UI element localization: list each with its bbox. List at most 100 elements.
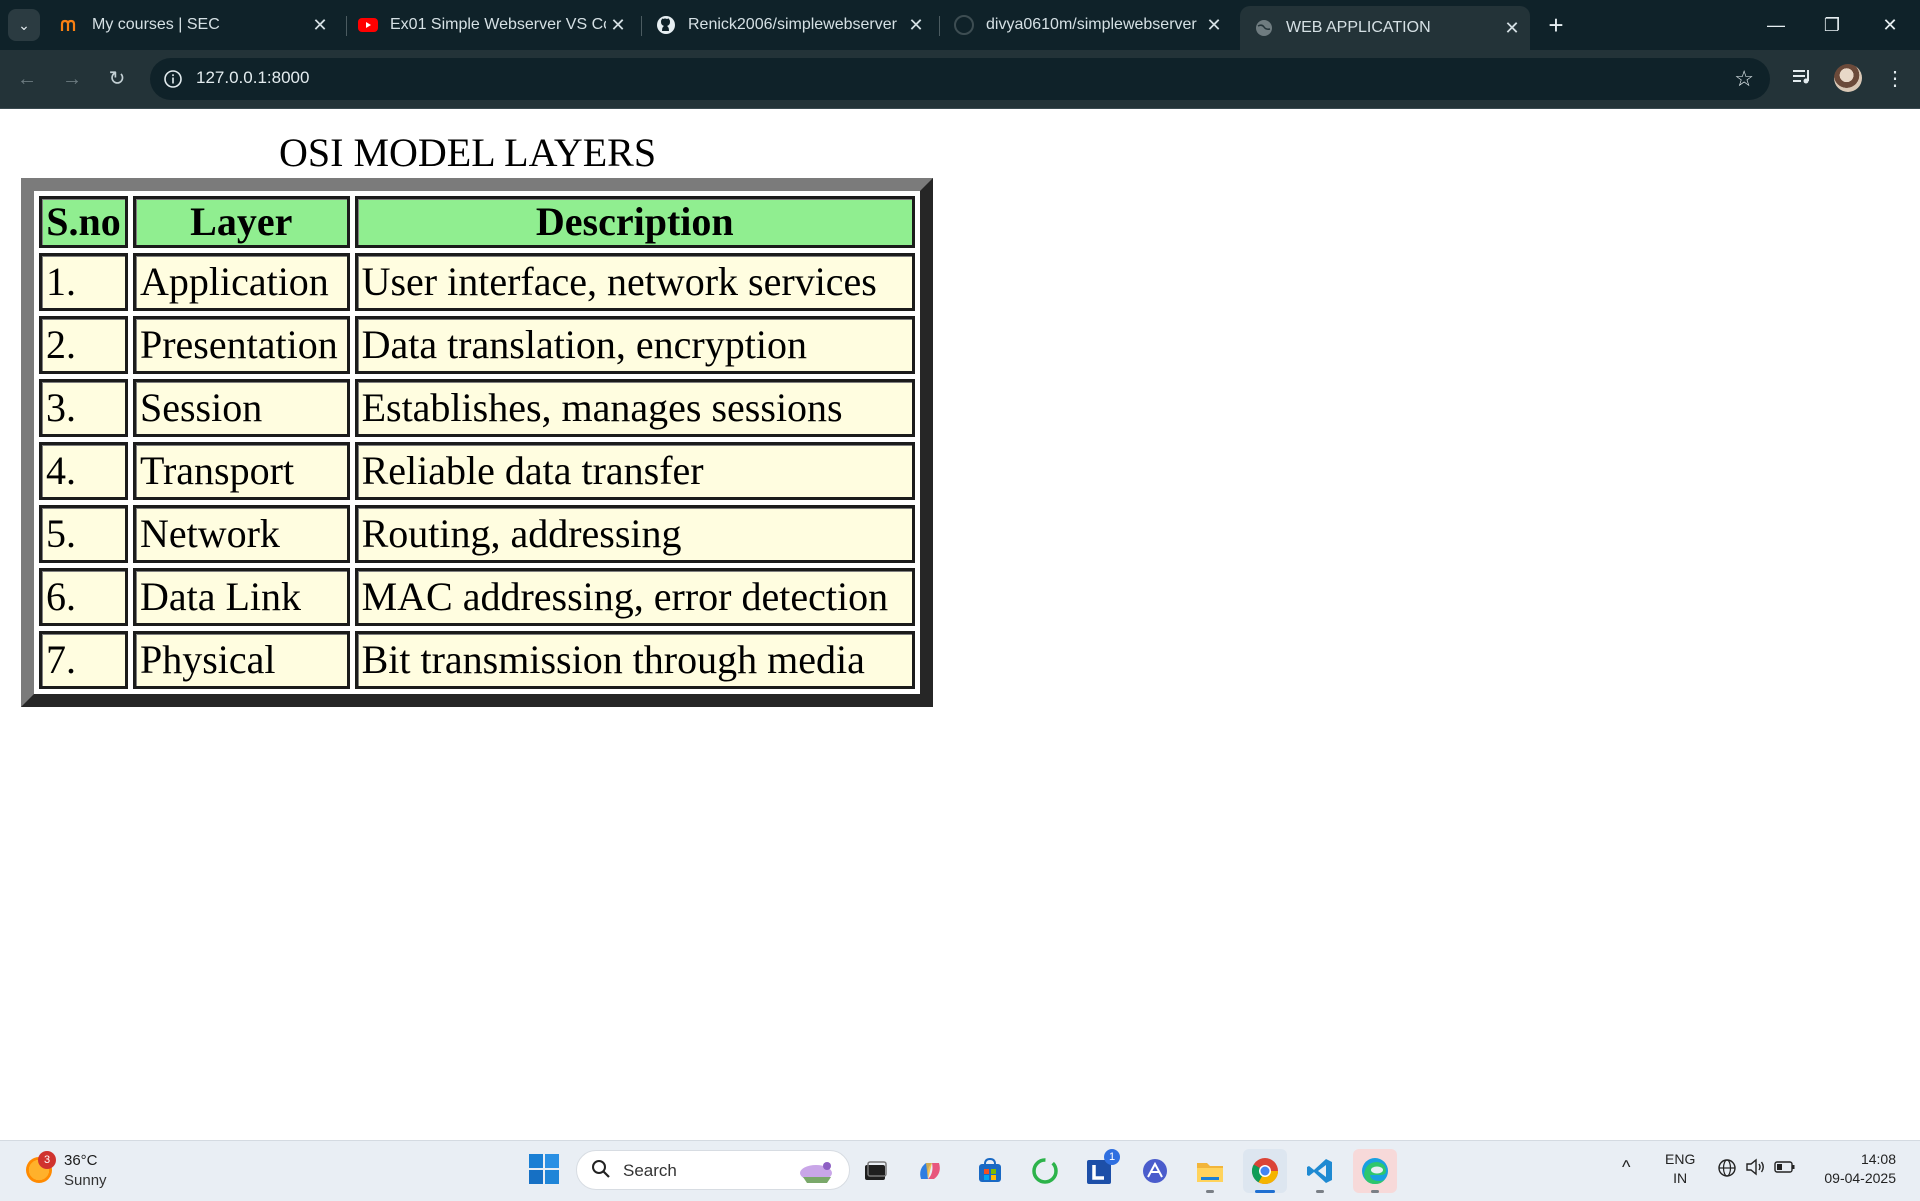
tray-overflow-chevron-icon[interactable]: ^ [1622,1157,1630,1178]
battery-icon[interactable] [1774,1158,1796,1180]
tab-title: Ex01 Simple Webserver VS Code [390,16,606,33]
header-description: Description [354,196,915,248]
language-indicator[interactable]: ENG IN [1665,1150,1695,1188]
cell-description: Routing, addressing [354,505,915,563]
media-control-icon[interactable] [1787,64,1817,94]
clock-time: 14:08 [1860,1151,1896,1167]
cell-layer: Physical [132,631,350,689]
close-icon[interactable]: ✕ [308,15,332,36]
windows-taskbar: 3 36°C Sunny Search 1 ^ ENG IN 14:08 09-… [0,1140,1920,1201]
site-info-icon[interactable] [162,68,184,90]
address-bar[interactable]: 127.0.0.1:8000 ☆ [150,58,1770,100]
affinity-icon[interactable] [1133,1149,1177,1193]
minimize-button[interactable]: — [1752,8,1800,42]
header-layer: Layer [132,196,350,248]
new-tab-button[interactable]: + [1540,10,1572,42]
tab-renick-repo[interactable]: Renick2006/simplewebserver ✕ [642,6,934,44]
cell-sno: 7. [39,631,128,689]
table-row: 7. Physical Bit transmission through med… [39,631,915,689]
restore-button[interactable]: ❐ [1808,8,1856,42]
cell-sno: 4. [39,442,128,500]
region-code: IN [1673,1170,1688,1186]
tab-web-application[interactable]: WEB APPLICATION ✕ [1240,6,1530,50]
table-row: 3. Session Establishes, manages sessions [39,379,915,437]
back-button[interactable]: ← [12,64,42,94]
weather-temp: 36°C [64,1152,98,1169]
edge-icon[interactable] [1353,1149,1397,1193]
windows-logo-icon [529,1154,559,1184]
cell-sno: 1. [39,253,128,311]
cell-layer: Transport [132,442,350,500]
search-highlight-icon [791,1157,841,1185]
github-icon [954,15,974,35]
close-icon[interactable]: ✕ [1202,15,1226,36]
youtube-icon [358,15,378,35]
network-globe-icon[interactable] [1716,1158,1738,1180]
file-explorer-icon[interactable] [1188,1149,1232,1193]
moodle-icon [60,15,80,35]
chrome-icon[interactable] [1243,1149,1287,1193]
cell-layer: Network [132,505,350,563]
cell-sno: 3. [39,379,128,437]
cell-description: Reliable data transfer [354,442,915,500]
cell-layer: Presentation [132,316,350,374]
windows-start-button[interactable] [528,1153,560,1185]
table-row: 6. Data Link MAC addressing, error detec… [39,568,915,626]
copilot-icon[interactable] [908,1149,952,1193]
tab-search-button[interactable]: ⌄ [8,9,40,41]
header-sno: S.no [39,196,128,248]
reload-button[interactable]: ↻ [102,64,132,94]
vscode-icon[interactable] [1298,1149,1342,1193]
tab-divya-repo[interactable]: divya0610m/simplewebserver ✕ [940,6,1232,44]
tab-title: My courses | SEC [92,16,220,33]
search-label: Search [623,1161,677,1180]
url-text[interactable]: 127.0.0.1:8000 [196,68,309,88]
taskbar-search[interactable]: Search [576,1150,850,1190]
refresh-app-icon[interactable] [1023,1149,1067,1193]
table-row: 2. Presentation Data translation, encryp… [39,316,915,374]
profile-avatar[interactable] [1834,64,1862,92]
store-icon[interactable] [968,1149,1012,1193]
weather-widget[interactable]: 3 36°C Sunny [24,1151,134,1191]
cell-layer: Data Link [132,568,350,626]
clock-date: 09-04-2025 [1824,1170,1896,1186]
tab-ex01-video[interactable]: Ex01 Simple Webserver VS Code ✕ [344,6,636,44]
cell-description: Establishes, manages sessions [354,379,915,437]
bookmark-star-icon[interactable]: ☆ [1734,66,1754,92]
browser-toolbar: ← → ↻ 127.0.0.1:8000 ☆ ⋮ [0,50,1920,109]
close-icon[interactable]: ✕ [606,15,630,36]
tab-title: divya0610m/simplewebserver [986,16,1197,33]
tab-title: Renick2006/simplewebserver [688,16,897,33]
more-menu-icon[interactable]: ⋮ [1880,64,1910,94]
cell-sno: 6. [39,568,128,626]
page-content: OSI MODEL LAYERS S.no Layer Description … [0,109,1920,1140]
volume-icon[interactable] [1745,1158,1767,1180]
cell-sno: 5. [39,505,128,563]
forward-button[interactable]: → [57,64,87,94]
globe-icon [1254,18,1274,38]
chevron-down-icon: ⌄ [18,16,30,33]
tab-title: WEB APPLICATION [1286,19,1431,36]
task-view-icon[interactable] [853,1149,897,1193]
cell-sno: 2. [39,316,128,374]
weather-badge: 3 [38,1151,56,1169]
l-app-icon[interactable]: 1 [1078,1149,1122,1193]
cell-description: MAC addressing, error detection [354,568,915,626]
cell-description: User interface, network services [354,253,915,311]
language-code: ENG [1665,1151,1696,1167]
cell-layer: Application [132,253,350,311]
tab-my-courses[interactable]: My courses | SEC ✕ [46,6,338,44]
search-icon [591,1159,611,1185]
close-window-button[interactable]: ✕ [1866,8,1914,42]
cell-description: Data translation, encryption [354,316,915,374]
table-row: 5. Network Routing, addressing [39,505,915,563]
table-row: 4. Transport Reliable data transfer [39,442,915,500]
weather-condition: Sunny [64,1172,107,1189]
table-row: 1. Application User interface, network s… [39,253,915,311]
cell-description: Bit transmission through media [354,631,915,689]
system-clock[interactable]: 14:08 09-04-2025 [1814,1150,1896,1188]
github-icon [656,15,676,35]
close-icon[interactable]: ✕ [904,15,928,36]
close-icon[interactable]: ✕ [1500,18,1524,39]
cell-layer: Session [132,379,350,437]
